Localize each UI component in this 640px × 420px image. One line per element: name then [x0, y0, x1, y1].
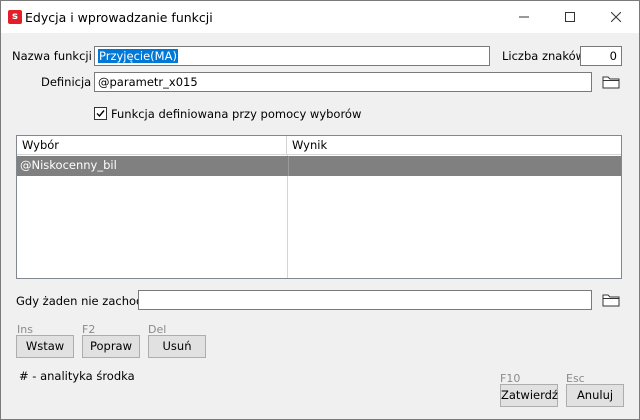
edit-button[interactable]: Popraw: [82, 335, 140, 358]
cell-wybor: @Niskocenny_bil: [20, 158, 117, 172]
function-name-value: Przyjęcie(MA): [98, 49, 178, 63]
cell-wynik: [288, 156, 621, 176]
table-row[interactable]: @Niskocenny_bil: [17, 156, 621, 176]
close-button[interactable]: [593, 1, 639, 33]
app-logo-icon: s: [8, 10, 22, 24]
function-name-input[interactable]: Przyjęcie(MA): [94, 46, 490, 66]
dialog-window: s Edycja i wprowadzanie funkcji Nazwa fu…: [0, 0, 640, 420]
fallback-input[interactable]: [138, 290, 592, 310]
analytics-note: # - analityka środka: [19, 369, 135, 383]
fallback-label: Gdy żaden nie zachodzi:: [16, 294, 157, 308]
cancel-button[interactable]: Anuluj: [566, 384, 624, 407]
char-count-label: Liczba znaków: [502, 49, 586, 63]
definition-input[interactable]: @parametr_x015: [94, 72, 592, 92]
column-header-wybor[interactable]: Wybór: [17, 136, 287, 155]
confirm-button[interactable]: Zatwierdź: [500, 384, 558, 407]
definition-browse-button[interactable]: [600, 72, 622, 92]
checkmark-icon: [96, 110, 105, 118]
maximize-button[interactable]: [547, 1, 593, 33]
fallback-browse-button[interactable]: [600, 290, 622, 310]
table-header: Wybór Wynik: [17, 136, 621, 155]
maximize-icon: [565, 12, 575, 22]
function-name-label: Nazwa funkcji: [12, 49, 92, 63]
defined-by-choices-checkbox[interactable]: [94, 107, 107, 120]
title-bar[interactable]: s Edycja i wprowadzanie funkcji: [1, 1, 639, 33]
column-header-wynik[interactable]: Wynik: [287, 136, 621, 155]
definition-label: Definicja: [41, 75, 92, 89]
delete-button[interactable]: Usuń: [148, 335, 206, 358]
window-title: Edycja i wprowadzanie funkcji: [25, 10, 213, 25]
minimize-button[interactable]: [501, 1, 547, 33]
choices-table[interactable]: Wybór Wynik @Niskocenny_bil: [16, 135, 622, 279]
folder-icon: [602, 76, 620, 89]
close-icon: [611, 12, 621, 22]
insert-button[interactable]: Wstaw: [16, 335, 74, 358]
defined-by-choices-label: Funkcja definiowana przy pomocy wyborów: [111, 107, 362, 121]
folder-icon: [602, 294, 620, 307]
char-count-field: 0: [580, 46, 622, 66]
minimize-icon: [519, 16, 529, 18]
